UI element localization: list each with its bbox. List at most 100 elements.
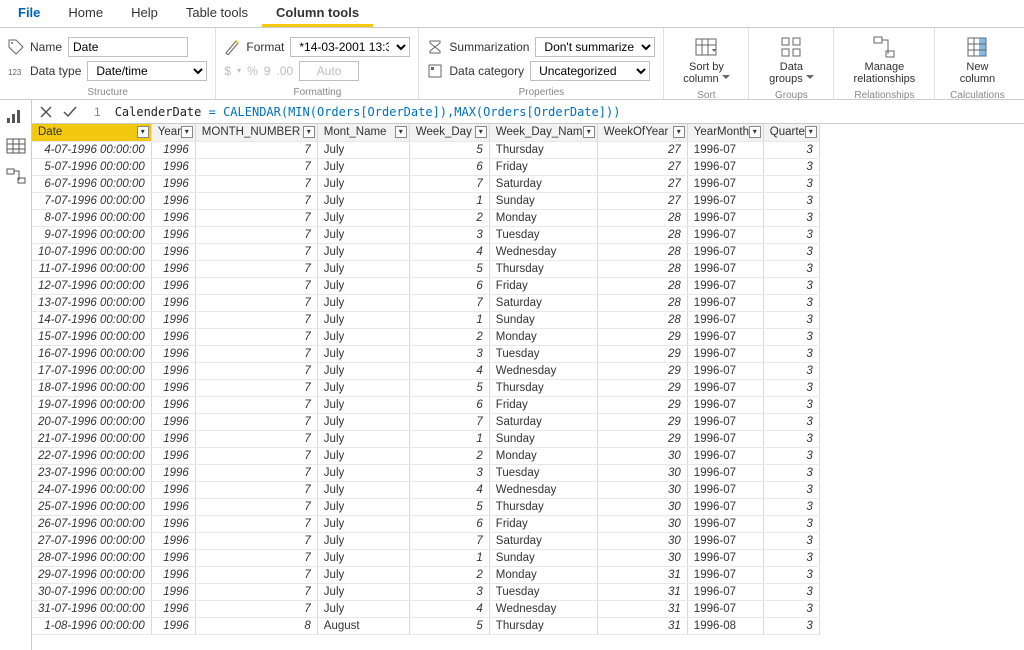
report-view-button[interactable]: [6, 108, 26, 124]
cell[interactable]: 1996: [151, 362, 195, 379]
cell[interactable]: 1996-07: [687, 498, 763, 515]
cell[interactable]: 30: [597, 532, 687, 549]
cell[interactable]: 2: [409, 566, 489, 583]
cell[interactable]: Friday: [489, 277, 597, 294]
cell[interactable]: 6: [409, 158, 489, 175]
filter-dropdown-icon[interactable]: ▾: [303, 126, 315, 138]
cell[interactable]: 1-08-1996 00:00:00: [32, 617, 151, 634]
cell[interactable]: Wednesday: [489, 600, 597, 617]
filter-dropdown-icon[interactable]: ▾: [583, 126, 595, 138]
cell[interactable]: 30: [597, 498, 687, 515]
cell[interactable]: July: [317, 192, 409, 209]
cell[interactable]: July: [317, 362, 409, 379]
cell[interactable]: 20-07-1996 00:00:00: [32, 413, 151, 430]
cell[interactable]: Wednesday: [489, 243, 597, 260]
column-header[interactable]: YearMonth▾: [687, 124, 763, 141]
cell[interactable]: 1996-07: [687, 294, 763, 311]
cell[interactable]: 31: [597, 566, 687, 583]
cell[interactable]: 5: [409, 617, 489, 634]
cell[interactable]: July: [317, 396, 409, 413]
table-row[interactable]: 25-07-1996 00:00:0019967July5Thursday301…: [32, 498, 819, 515]
table-row[interactable]: 18-07-1996 00:00:0019967July5Thursday291…: [32, 379, 819, 396]
datatype-select[interactable]: Date/time: [87, 61, 207, 81]
cell[interactable]: Thursday: [489, 141, 597, 158]
table-row[interactable]: 23-07-1996 00:00:0019967July3Tuesday3019…: [32, 464, 819, 481]
cell[interactable]: 3: [409, 583, 489, 600]
cell[interactable]: Sunday: [489, 311, 597, 328]
cell[interactable]: 2: [409, 328, 489, 345]
cell[interactable]: 1996-07: [687, 532, 763, 549]
cell[interactable]: 5: [409, 498, 489, 515]
cell[interactable]: 7: [195, 158, 317, 175]
cell[interactable]: Tuesday: [489, 345, 597, 362]
cell[interactable]: 7: [195, 566, 317, 583]
tab-table-tools[interactable]: Table tools: [172, 0, 262, 27]
cell[interactable]: 7: [195, 413, 317, 430]
cell[interactable]: 31: [597, 617, 687, 634]
cell[interactable]: 1996: [151, 328, 195, 345]
cell[interactable]: 7: [195, 396, 317, 413]
cell[interactable]: 1996-07: [687, 481, 763, 498]
table-row[interactable]: 14-07-1996 00:00:0019967July1Sunday28199…: [32, 311, 819, 328]
table-row[interactable]: 12-07-1996 00:00:0019967July6Friday28199…: [32, 277, 819, 294]
cell[interactable]: 1996-07: [687, 345, 763, 362]
formula-cancel-button[interactable]: [38, 104, 54, 120]
cell[interactable]: 15-07-1996 00:00:00: [32, 328, 151, 345]
cell[interactable]: 1996: [151, 192, 195, 209]
cell[interactable]: Friday: [489, 515, 597, 532]
column-header[interactable]: Week_Day▾: [409, 124, 489, 141]
cell[interactable]: Wednesday: [489, 481, 597, 498]
cell[interactable]: 1996-07: [687, 158, 763, 175]
cell[interactable]: Thursday: [489, 617, 597, 634]
cell[interactable]: 1996-07: [687, 328, 763, 345]
cell[interactable]: July: [317, 226, 409, 243]
cell[interactable]: 28: [597, 294, 687, 311]
cell[interactable]: Thursday: [489, 379, 597, 396]
column-header[interactable]: Week_Day_Name▾: [489, 124, 597, 141]
cell[interactable]: 1996: [151, 226, 195, 243]
cell[interactable]: 7: [409, 294, 489, 311]
column-header[interactable]: Quarter▾: [763, 124, 819, 141]
cell[interactable]: 7: [195, 277, 317, 294]
cell[interactable]: 30: [597, 447, 687, 464]
cell[interactable]: Sunday: [489, 430, 597, 447]
cell[interactable]: 2: [409, 447, 489, 464]
cell[interactable]: 1996-07: [687, 141, 763, 158]
cell[interactable]: 3: [763, 209, 819, 226]
cell[interactable]: 7: [409, 532, 489, 549]
cell[interactable]: Wednesday: [489, 362, 597, 379]
cell[interactable]: 1996-07: [687, 515, 763, 532]
table-row[interactable]: 11-07-1996 00:00:0019967July5Thursday281…: [32, 260, 819, 277]
cell[interactable]: 7: [195, 600, 317, 617]
cell[interactable]: 1996: [151, 243, 195, 260]
table-row[interactable]: 27-07-1996 00:00:0019967July7Saturday301…: [32, 532, 819, 549]
thousands-button[interactable]: 9: [264, 64, 271, 78]
data-groups-button[interactable]: Datagroups: [757, 30, 825, 90]
cell[interactable]: 1996: [151, 158, 195, 175]
decimals-input[interactable]: [299, 61, 359, 81]
cell[interactable]: July: [317, 481, 409, 498]
cell[interactable]: 27: [597, 158, 687, 175]
cell[interactable]: July: [317, 209, 409, 226]
cell[interactable]: 1996: [151, 464, 195, 481]
cell[interactable]: 1996: [151, 141, 195, 158]
cell[interactable]: July: [317, 277, 409, 294]
summarization-select[interactable]: Don't summarize: [535, 37, 655, 57]
cell[interactable]: 29: [597, 413, 687, 430]
cell[interactable]: 11-07-1996 00:00:00: [32, 260, 151, 277]
cell[interactable]: 29: [597, 396, 687, 413]
cell[interactable]: 30: [597, 464, 687, 481]
table-row[interactable]: 17-07-1996 00:00:0019967July4Wednesday29…: [32, 362, 819, 379]
cell[interactable]: Tuesday: [489, 226, 597, 243]
cell[interactable]: 3: [763, 311, 819, 328]
cell[interactable]: 1996: [151, 413, 195, 430]
column-header[interactable]: WeekOfYear▾: [597, 124, 687, 141]
cell[interactable]: 1996: [151, 549, 195, 566]
cell[interactable]: 1996: [151, 498, 195, 515]
cell[interactable]: 5-07-1996 00:00:00: [32, 158, 151, 175]
cell[interactable]: 28: [597, 311, 687, 328]
cell[interactable]: July: [317, 379, 409, 396]
table-row[interactable]: 16-07-1996 00:00:0019967July3Tuesday2919…: [32, 345, 819, 362]
cell[interactable]: 1996: [151, 583, 195, 600]
cell[interactable]: 1996-07: [687, 362, 763, 379]
